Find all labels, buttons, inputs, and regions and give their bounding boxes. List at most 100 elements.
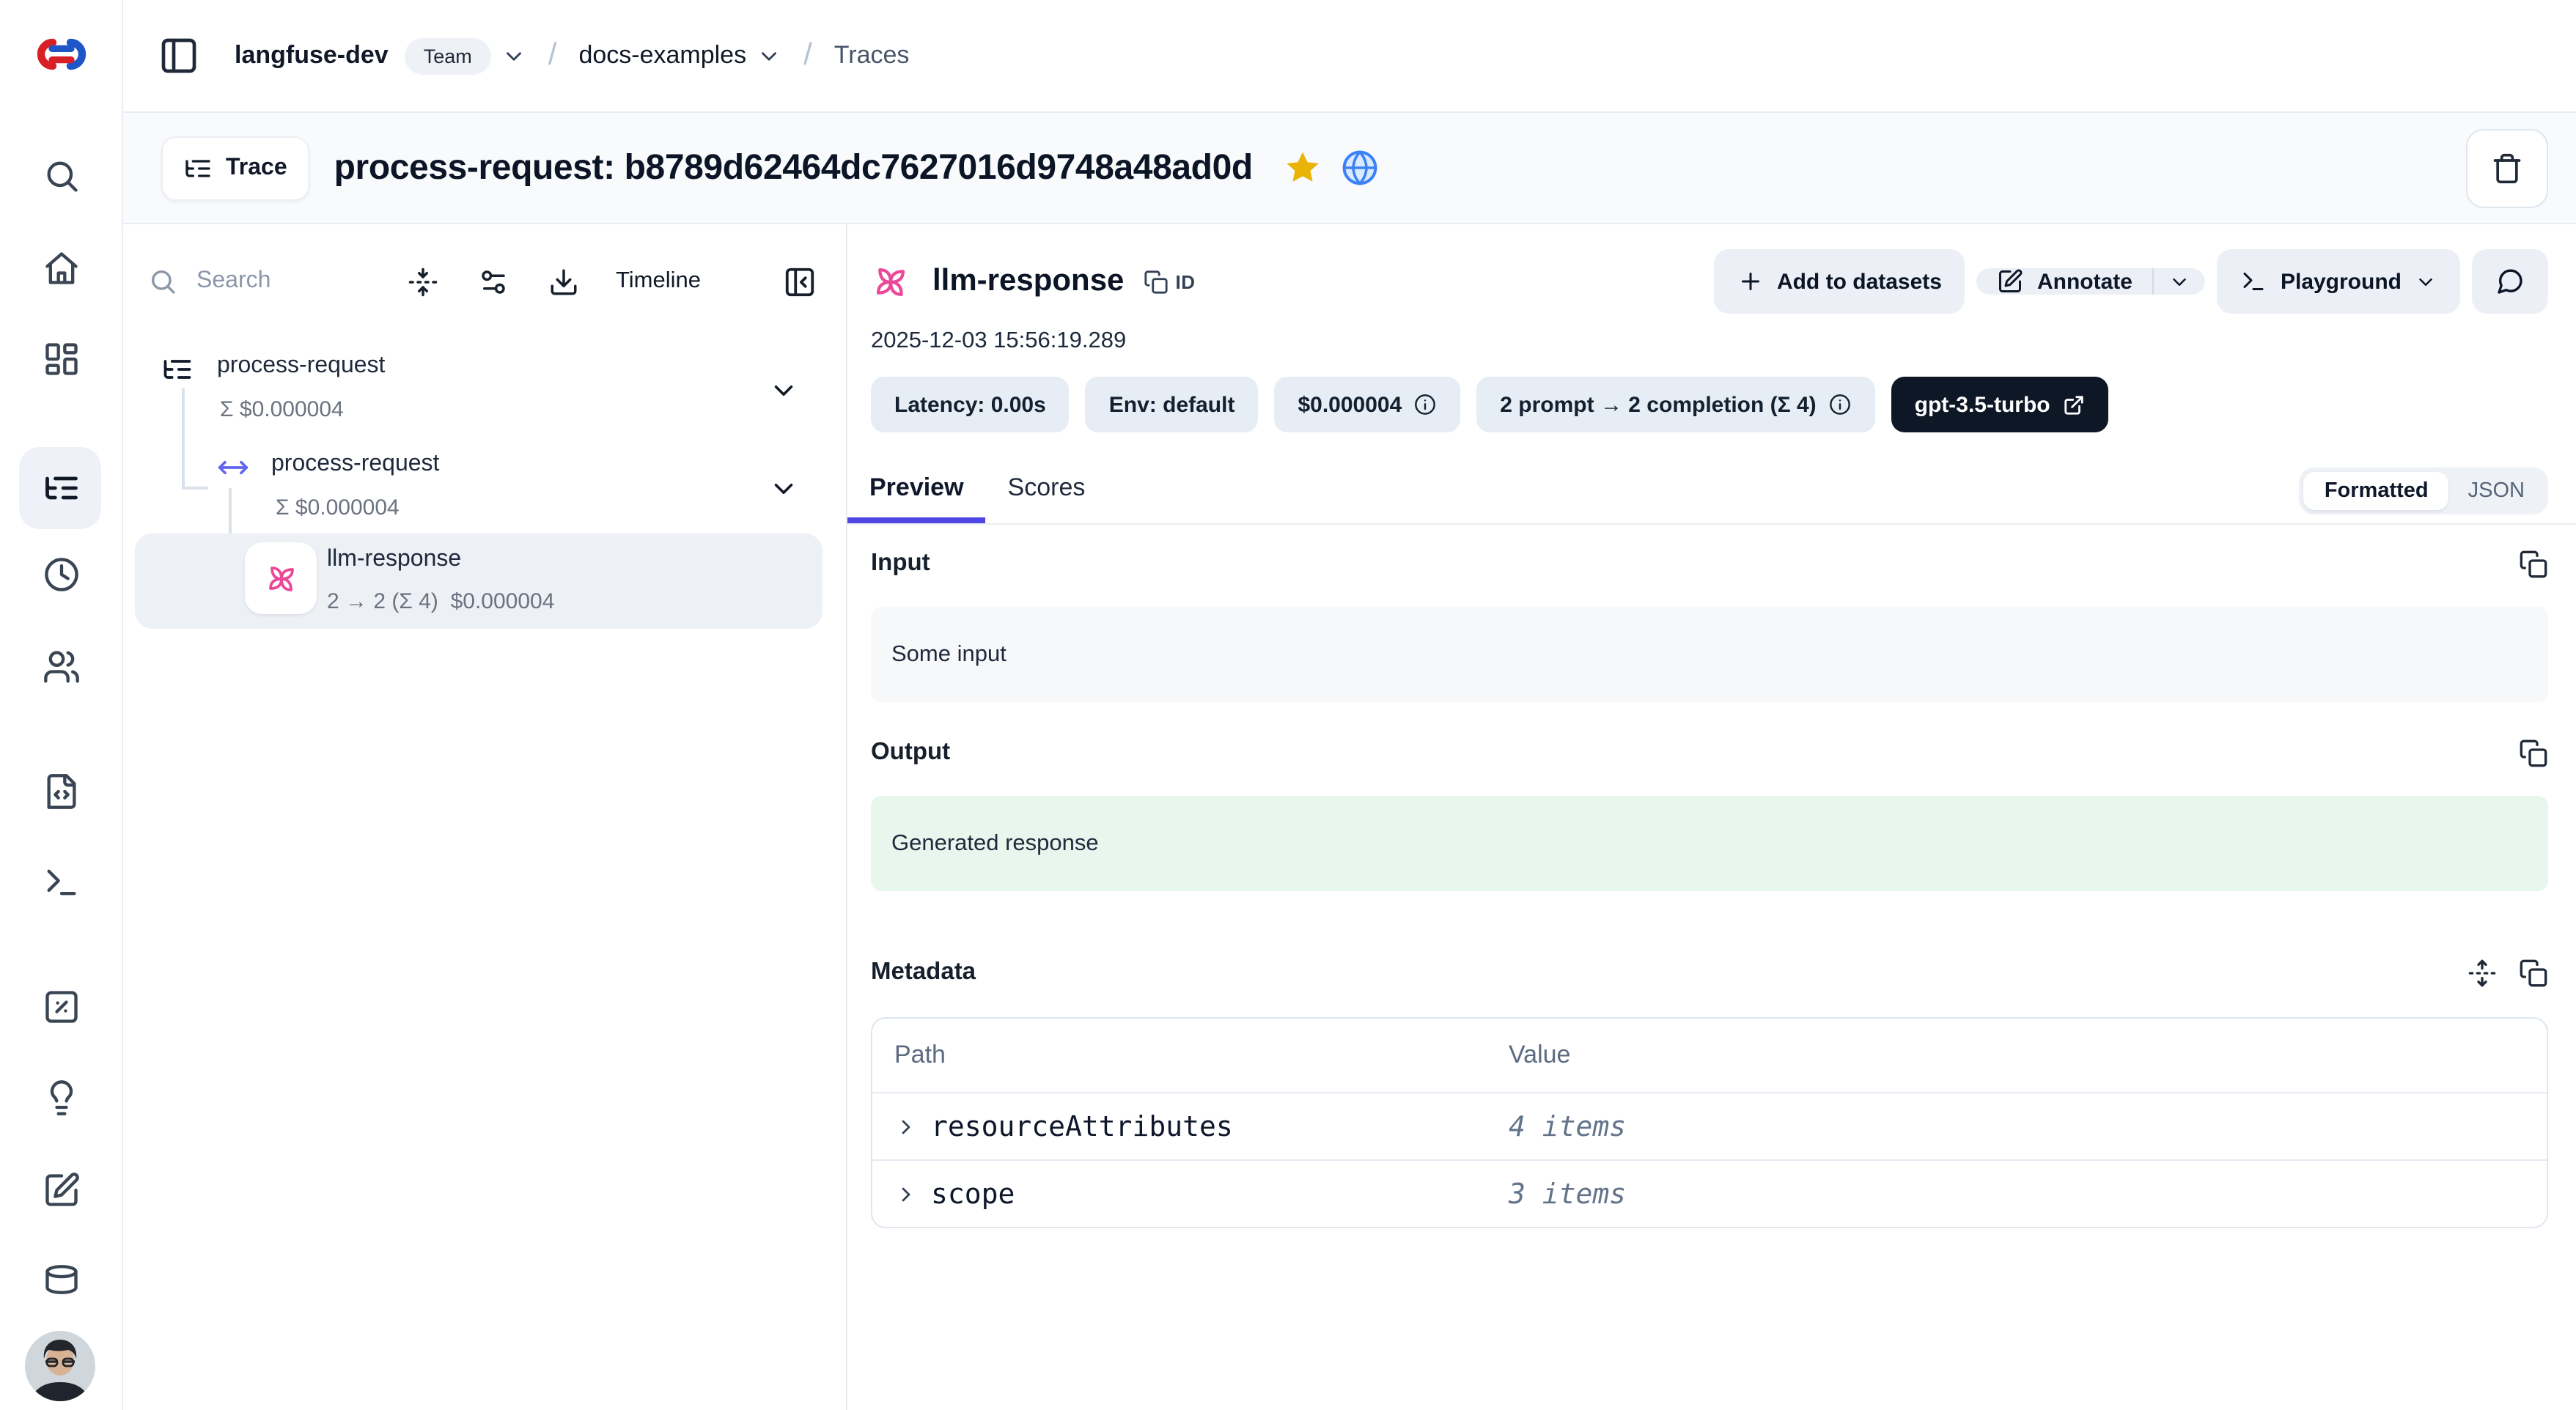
tree-settings-icon[interactable]	[478, 266, 509, 297]
copy-icon[interactable]	[2519, 958, 2548, 987]
project-name[interactable]: docs-examples	[578, 41, 746, 70]
annotate-dropdown-chevron[interactable]	[2154, 268, 2206, 295]
org-name[interactable]: langfuse-dev	[235, 41, 389, 70]
copy-id-control[interactable]: ID	[1143, 269, 1195, 294]
info-icon	[1413, 393, 1437, 416]
sessions-clock-icon[interactable]	[42, 555, 80, 594]
org-chevron-down-icon[interactable]	[501, 43, 526, 68]
evaluation-percent-icon[interactable]	[42, 988, 80, 1026]
output-content: Generated response	[871, 796, 2548, 891]
langfuse-app: langfuse-dev Team / docs-examples / Trac…	[0, 0, 2576, 1410]
model-badge[interactable]: gpt-3.5-turbo	[1891, 377, 2109, 432]
tracing-icon[interactable]	[42, 469, 80, 507]
annotate-label: Annotate	[2037, 269, 2132, 294]
trace-type-pill: Trace	[161, 136, 309, 200]
playground-label: Playground	[2281, 269, 2402, 294]
input-section-header: Input	[871, 545, 2548, 582]
comments-button[interactable]	[2472, 249, 2548, 314]
annotate-button[interactable]: Annotate	[1977, 268, 2153, 295]
chat-bubble-icon	[2495, 267, 2525, 296]
tree-item-cost: Σ $0.000004	[276, 495, 400, 520]
search-input[interactable]	[194, 267, 353, 296]
langfuse-logo[interactable]	[32, 25, 90, 84]
tab-scores[interactable]: Scores	[986, 457, 1108, 523]
tree-item-cost: Σ $0.000004	[220, 397, 344, 422]
id-label: ID	[1175, 270, 1195, 292]
tree-connector	[182, 388, 184, 488]
external-link-icon	[2064, 394, 2086, 416]
metadata-value: 3 items	[1509, 1178, 2547, 1210]
copy-icon	[1143, 269, 1168, 294]
observation-title-row: llm-response ID Add to datasets Annotate	[871, 249, 2548, 314]
playground-terminal-icon[interactable]	[42, 863, 80, 901]
tree-connector	[182, 487, 208, 489]
table-row[interactable]: scope 3 items	[872, 1159, 2547, 1227]
token-usage-badge[interactable]: 2 prompt → 2 completion (Σ 4)	[1476, 377, 1874, 432]
environment-badge: Env: default	[1086, 377, 1259, 432]
copy-icon[interactable]	[2519, 738, 2548, 767]
users-icon[interactable]	[42, 648, 80, 686]
top-navigation: langfuse-dev Team / docs-examples / Trac…	[123, 0, 2576, 113]
breadcrumb-separator: /	[803, 38, 812, 73]
info-icon	[1828, 393, 1852, 416]
trace-type-label: Trace	[226, 155, 287, 181]
tree-item-generation-selected[interactable]	[135, 534, 823, 629]
delete-trace-button[interactable]	[2466, 128, 2548, 207]
column-path: Path	[872, 1041, 1509, 1070]
format-json-option[interactable]: JSON	[2449, 471, 2544, 509]
metadata-table-header: Path Value	[872, 1019, 2547, 1093]
prompts-file-code-icon[interactable]	[42, 772, 80, 811]
bookmark-star-icon[interactable]	[1284, 148, 1323, 188]
metadata-label: Metadata	[871, 959, 976, 986]
table-row[interactable]: resourceAttributes 4 items	[872, 1093, 2547, 1159]
search-icon[interactable]	[42, 157, 80, 195]
trace-header-bar: Trace process-request: b8789d62464dc7627…	[123, 113, 2576, 224]
tree-item-usage-cost: 2 → 2 (Σ 4) $0.000004	[327, 589, 554, 614]
generation-icon	[245, 542, 317, 614]
format-formatted-option[interactable]: Formatted	[2304, 471, 2449, 509]
metadata-table: Path Value resourceAttributes 4 items sc…	[871, 1017, 2548, 1228]
tab-preview[interactable]: Preview	[847, 457, 986, 523]
sidebar-toggle-icon[interactable]	[158, 35, 199, 76]
user-avatar[interactable]	[25, 1331, 95, 1401]
chevron-down-icon[interactable]	[768, 473, 799, 504]
datasets-database-icon[interactable]	[42, 1260, 80, 1299]
lightbulb-icon[interactable]	[42, 1079, 80, 1117]
model-name: gpt-3.5-turbo	[1915, 392, 2050, 417]
add-to-datasets-button[interactable]: Add to datasets	[1714, 249, 1965, 314]
trace-title: process-request: b8789d62464dc7627016d97…	[334, 147, 1253, 188]
collapse-all-icon[interactable]	[408, 266, 438, 297]
breadcrumb-section[interactable]: Traces	[834, 41, 910, 70]
observation-badges: Latency: 0.00s Env: default $0.000004 2 …	[871, 377, 2548, 432]
tree-item-label: process-request	[217, 353, 385, 380]
metadata-value: 4 items	[1509, 1110, 2547, 1143]
collapse-panel-icon[interactable]	[783, 265, 817, 298]
cost-badge[interactable]: $0.000004	[1274, 377, 1460, 432]
project-chevron-down-icon[interactable]	[757, 43, 781, 68]
home-icon[interactable]	[42, 249, 80, 287]
tree-item-label: llm-response	[327, 547, 461, 573]
add-to-datasets-label: Add to datasets	[1777, 269, 1942, 294]
input-content: Some input	[871, 607, 2548, 702]
tree-item-label: process-request	[271, 451, 439, 478]
trash-icon	[2491, 152, 2523, 184]
detail-tabs: Preview Scores Formatted JSON	[847, 457, 2576, 525]
public-globe-icon[interactable]	[1341, 148, 1380, 188]
playground-button[interactable]: Playground	[2218, 249, 2460, 314]
download-icon[interactable]	[548, 266, 579, 297]
metadata-key: resourceAttributes	[931, 1110, 1233, 1143]
chevron-down-icon[interactable]	[768, 375, 799, 406]
timeline-toggle[interactable]: Timeline	[616, 268, 701, 295]
chevron-right-icon[interactable]	[894, 1115, 918, 1138]
expand-rows-icon[interactable]	[2468, 958, 2497, 987]
annotation-pen-icon[interactable]	[42, 1171, 80, 1209]
tree-search	[148, 267, 368, 296]
chevron-right-icon[interactable]	[894, 1182, 918, 1206]
dashboards-icon[interactable]	[42, 340, 80, 378]
observation-detail-panel: llm-response ID Add to datasets Annotate	[847, 224, 2576, 1410]
copy-icon[interactable]	[2519, 549, 2548, 578]
generation-icon	[871, 262, 910, 301]
terminal-icon	[2241, 268, 2267, 295]
column-value: Value	[1509, 1041, 2547, 1070]
span-arrows-icon	[217, 451, 249, 484]
